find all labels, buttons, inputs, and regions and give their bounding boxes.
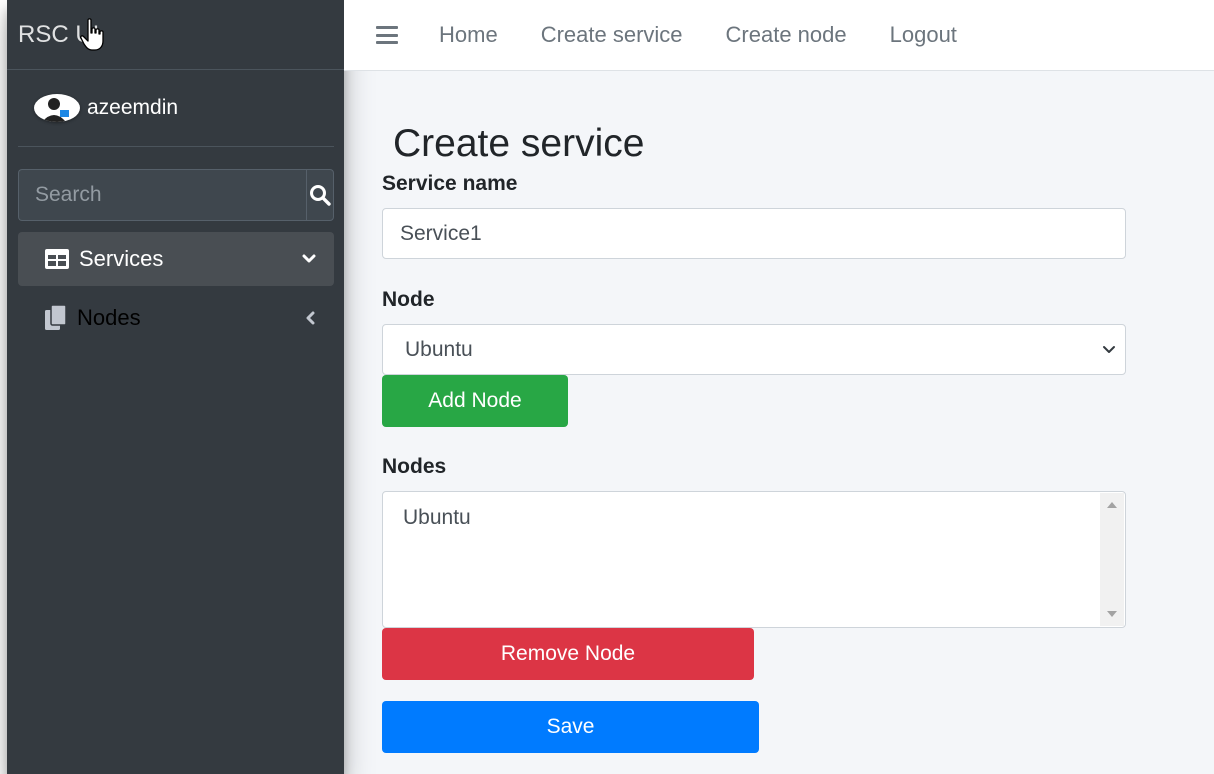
left-edge xyxy=(0,0,7,774)
top-navbar: Home Create service Create node Logout xyxy=(344,0,1214,71)
brand-link[interactable]: RSC UI xyxy=(7,0,344,70)
chevron-down-icon xyxy=(1103,345,1115,353)
avatar xyxy=(34,94,80,122)
service-name-value: Service1 xyxy=(400,221,482,245)
nodes-listbox[interactable]: Ubuntu xyxy=(382,491,1126,628)
chevron-down-icon xyxy=(302,254,316,263)
menu-toggle-icon[interactable] xyxy=(376,26,398,44)
nav-link-create-service[interactable]: Create service xyxy=(541,22,683,48)
service-name-input[interactable]: Service1 xyxy=(382,208,1126,259)
table-icon xyxy=(45,249,69,269)
scroll-down-icon[interactable] xyxy=(1106,610,1118,618)
nav-link-home[interactable]: Home xyxy=(439,22,498,48)
search-input[interactable] xyxy=(18,169,306,221)
service-name-label: Service name xyxy=(382,172,518,195)
remove-node-button[interactable]: Remove Node xyxy=(382,628,754,680)
sidebar: RSC UI azeemdin xyxy=(7,0,344,774)
nav-link-logout[interactable]: Logout xyxy=(890,22,957,48)
search-icon xyxy=(310,185,331,206)
search-button[interactable] xyxy=(306,169,334,221)
sidebar-item-services[interactable]: Services xyxy=(18,232,334,286)
nav-link-create-node[interactable]: Create node xyxy=(726,22,847,48)
sidebar-item-label: Nodes xyxy=(77,305,141,330)
list-item[interactable]: Ubuntu xyxy=(403,506,1105,530)
node-select-value: Ubuntu xyxy=(405,337,473,361)
user-panel[interactable]: azeemdin xyxy=(18,70,334,147)
sidebar-search xyxy=(18,169,334,221)
sidebar-item-nodes[interactable]: Nodes xyxy=(18,291,334,345)
user-avatar-icon xyxy=(42,98,69,122)
copy-icon xyxy=(45,305,67,330)
add-node-button[interactable]: Add Node xyxy=(382,375,568,427)
sidebar-item-label: Services xyxy=(79,246,164,271)
node-select[interactable]: Ubuntu xyxy=(382,324,1126,375)
listbox-scrollbar[interactable] xyxy=(1100,493,1124,626)
scroll-up-icon[interactable] xyxy=(1106,501,1118,509)
page-title: Create service xyxy=(393,122,645,165)
node-label: Node xyxy=(382,288,435,311)
user-name[interactable]: azeemdin xyxy=(87,96,178,120)
save-button[interactable]: Save xyxy=(382,701,759,753)
hand-cursor-icon xyxy=(80,18,104,51)
chevron-left-icon xyxy=(306,311,315,325)
nodes-label: Nodes xyxy=(382,455,447,478)
